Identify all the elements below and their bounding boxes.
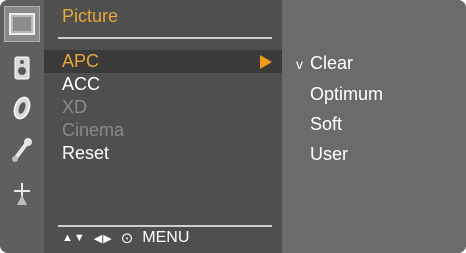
menu-item-label: XD [62, 97, 88, 117]
menu-item-cinema: Cinema [44, 119, 282, 142]
option-icon[interactable] [4, 132, 40, 168]
option-clear[interactable]: Clear [310, 53, 353, 74]
left-right-arrows-icon: ◀▶ [93, 232, 113, 245]
menu-item-label: Reset [62, 143, 110, 163]
sound-icon[interactable] [4, 50, 40, 86]
ok-button-icon: ⊙ [120, 230, 135, 247]
apc-options-panel: v Clear Optimum Soft User [282, 0, 466, 253]
menu-item-label: Cinema [62, 120, 125, 140]
up-down-arrows-icon: ▲▼ [62, 232, 86, 244]
footer-divider [58, 225, 272, 227]
osd-menu-window: Picture APC ACC XD Cinema Reset ▲▼ ◀▶ ⊙ … [0, 0, 466, 253]
option-soft[interactable]: Soft [310, 114, 342, 135]
setup-icon[interactable] [4, 176, 40, 212]
submenu-arrow-icon [260, 55, 272, 69]
picture-icon[interactable] [4, 6, 40, 42]
menu-item-label: APC [62, 51, 100, 71]
menu-item-label: ACC [62, 74, 101, 94]
time-icon[interactable] [4, 90, 40, 126]
option-user[interactable]: User [310, 144, 348, 165]
picture-menu-panel: Picture APC ACC XD Cinema Reset ▲▼ ◀▶ ⊙ … [44, 0, 282, 253]
menu-title: Picture [62, 6, 119, 26]
title-divider [58, 37, 272, 39]
option-optimum[interactable]: Optimum [310, 84, 383, 105]
navigation-hint: ▲▼ ◀▶ ⊙ MENU [62, 229, 189, 247]
sidebar-icon-strip [0, 0, 44, 253]
menu-item-reset[interactable]: Reset [44, 142, 282, 165]
menu-item-xd: XD [44, 96, 282, 119]
menu-item-acc[interactable]: ACC [44, 73, 282, 96]
menu-list: APC ACC XD Cinema Reset [44, 50, 282, 165]
menu-item-apc[interactable]: APC [44, 50, 282, 73]
menu-hint-label: MENU [142, 229, 190, 246]
check-mark-icon: v [296, 56, 303, 72]
